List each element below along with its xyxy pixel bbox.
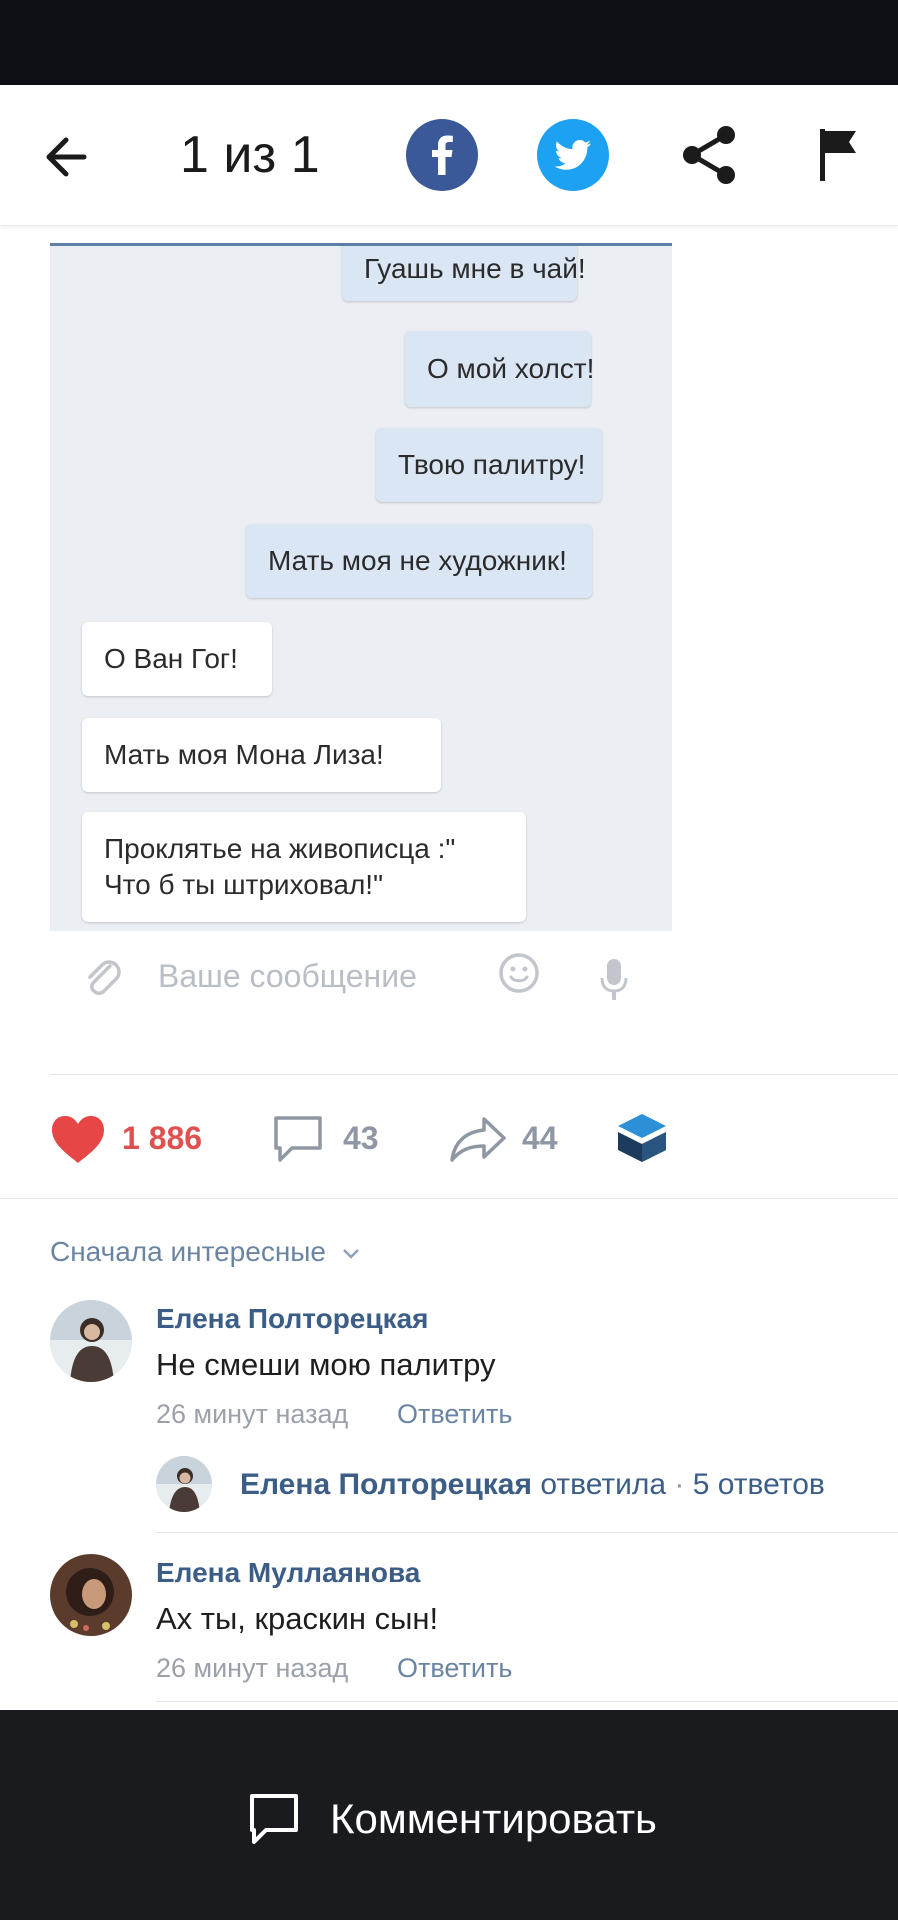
comments-sort-dropdown[interactable]: Сначала интересные	[50, 1236, 362, 1268]
chat-bubble: О мой холст!	[405, 331, 594, 407]
paperclip-icon	[88, 960, 121, 995]
likes-count[interactable]: 1 886	[122, 1120, 202, 1157]
divider	[0, 1198, 898, 1199]
comment-text: Ах ты, краскин сын!	[156, 1601, 439, 1636]
status-bar	[0, 0, 898, 85]
shares-count[interactable]: 44	[522, 1120, 558, 1157]
microphone-icon	[600, 959, 628, 1000]
divider	[50, 1074, 898, 1075]
back-arrow-icon[interactable]	[40, 127, 100, 187]
reply-button[interactable]: Ответить	[397, 1399, 512, 1430]
chevron-down-icon	[342, 1248, 359, 1259]
comment-author[interactable]: Елена Полторецкая	[156, 1303, 429, 1335]
avatar	[156, 1456, 212, 1512]
like-heart-icon[interactable]	[48, 1113, 108, 1165]
comment-author[interactable]: Елена Муллаянова	[156, 1557, 420, 1589]
comment-bubble-icon[interactable]	[270, 1112, 326, 1166]
comment-timestamp: 26 минут назад	[156, 1653, 349, 1683]
chat-bubble: Твою палитру!	[376, 428, 602, 502]
sort-label: Сначала интересные	[50, 1236, 326, 1267]
twitter-icon	[554, 140, 591, 170]
chat-bubble: Мать моя не художник!	[246, 524, 592, 598]
share-arrow-icon[interactable]	[448, 1114, 508, 1164]
post-image-chat-screenshot[interactable]: Гуашь мне в чай! О мой холст! Твою палит…	[50, 243, 672, 931]
comment-timestamp: 26 минут назад	[156, 1399, 349, 1429]
facebook-share-button[interactable]	[406, 119, 478, 191]
layers-stack-icon[interactable]	[614, 1110, 670, 1168]
comments-count[interactable]: 43	[343, 1120, 379, 1157]
separator-dot: ·	[674, 1468, 685, 1501]
avatar[interactable]	[50, 1300, 132, 1382]
top-toolbar: 1 из 1	[0, 85, 898, 226]
divider	[156, 1701, 898, 1702]
reply-thread-summary: Елена Полторецкая ответила · 5 ответов	[240, 1468, 825, 1502]
image-counter: 1 из 1	[180, 126, 320, 184]
comment-icon	[250, 1794, 298, 1844]
comment-button-label: Комментировать	[330, 1795, 657, 1842]
bottom-comment-bar[interactable]: Комментировать	[0, 1710, 898, 1920]
reply-author: Елена Полторецкая	[240, 1468, 532, 1501]
chat-bubble: Гуашь мне в чай!	[342, 246, 586, 301]
report-flag-icon[interactable]	[810, 123, 870, 187]
chat-bubble: Проклятье на живописца :" Что б ты штрих…	[82, 812, 526, 922]
reply-count: 5 ответов	[692, 1468, 825, 1501]
facebook-icon	[432, 135, 453, 175]
comment-text: Не смеши мою палитру	[156, 1347, 496, 1382]
avatar[interactable]	[50, 1554, 132, 1636]
chat-bubble: Мать моя Мона Лиза!	[82, 718, 441, 792]
reply-verb: ответила	[540, 1468, 667, 1501]
chat-bubble: О Ван Гог!	[82, 622, 272, 696]
emoji-icon	[499, 953, 539, 993]
twitter-share-button[interactable]	[537, 119, 609, 191]
post-actions: 1 886 43 44	[0, 1090, 898, 1185]
message-input-placeholder: Ваше сообщение	[158, 958, 417, 994]
reply-thread-link[interactable]: Елена Полторецкая ответила · 5 ответов	[156, 1456, 898, 1516]
share-icon[interactable]	[670, 119, 750, 191]
chat-composer: Ваше сообщение	[50, 940, 672, 1010]
reply-button[interactable]: Ответить	[397, 1653, 512, 1684]
divider	[156, 1532, 898, 1533]
